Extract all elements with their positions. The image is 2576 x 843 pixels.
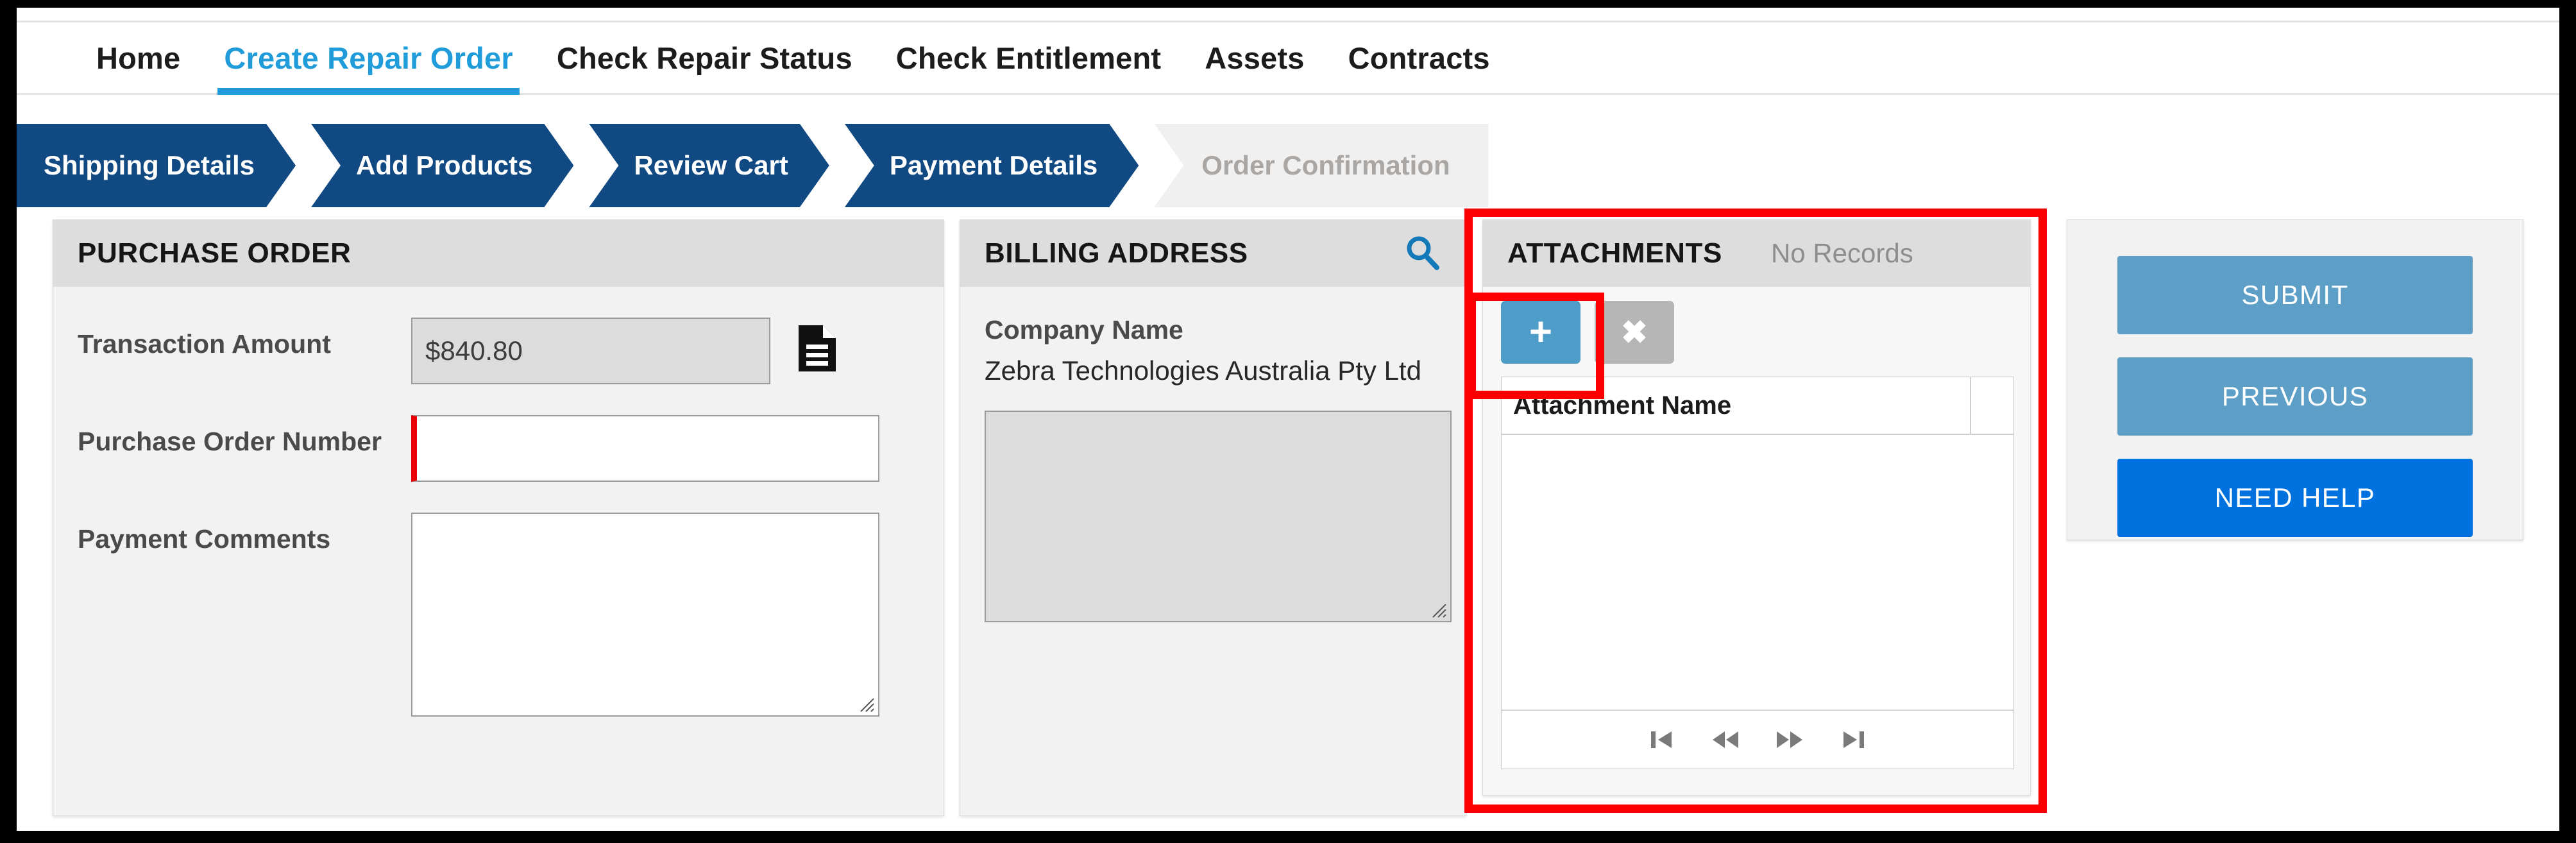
nav-tab-create-repair-order[interactable]: Create Repair Order [202, 22, 534, 95]
nav-tab-list: Home Create Repair Order Check Repair St… [17, 22, 2559, 95]
nav-tab-label: Check Repair Status [556, 40, 852, 75]
attachments-pagination [1502, 710, 2013, 769]
transaction-amount-field: $840.80 [411, 318, 770, 384]
attachments-toolbar: + ✖ [1483, 287, 2030, 377]
nav-tab-label: Check Entitlement [895, 40, 1162, 75]
step-payment-details[interactable]: Payment Details [845, 124, 1139, 207]
payment-comments-label: Payment Comments [78, 524, 331, 554]
next-page-icon[interactable] [1772, 722, 1807, 757]
previous-button[interactable]: PREVIOUS [2117, 357, 2473, 436]
nav-tab-label: Create Repair Order [224, 40, 513, 75]
need-help-button-label: NEED HELP [2214, 482, 2376, 513]
step-label: Review Cart [634, 150, 788, 180]
nav-tab-home[interactable]: Home [74, 22, 202, 93]
checkout-stepper: Shipping Details Add Products Review Car… [17, 124, 1504, 207]
purchase-order-panel: PURCHASE ORDER Transaction Amount $840.8… [53, 219, 944, 816]
attachments-title: ATTACHMENTS [1507, 237, 1722, 269]
step-shipping-details[interactable]: Shipping Details [17, 124, 296, 207]
document-icon[interactable] [799, 318, 836, 375]
transaction-amount-label: Transaction Amount [78, 329, 331, 359]
billing-address-body: Company Name Zebra Technologies Australi… [960, 315, 1466, 622]
first-page-icon[interactable] [1644, 722, 1679, 757]
resize-handle-icon[interactable] [856, 694, 875, 713]
action-buttons-panel: SUBMIT PREVIOUS NEED HELP [2067, 219, 2523, 540]
main-content: PURCHASE ORDER Transaction Amount $840.8… [17, 219, 2559, 816]
attachment-delete-button[interactable]: ✖ [1595, 301, 1674, 364]
transaction-amount-value: $840.80 [425, 336, 523, 366]
nav-tab-label: Assets [1205, 40, 1305, 75]
nav-tab-assets[interactable]: Assets [1183, 22, 1326, 93]
attachment-add-button[interactable]: + [1501, 301, 1580, 364]
nav-tab-contracts[interactable]: Contracts [1326, 22, 1512, 93]
purchase-order-number-row: Purchase Order Number [78, 415, 919, 482]
step-review-cart[interactable]: Review Cart [589, 124, 829, 207]
billing-address-panel: BILLING ADDRESS Company Name Zebra Techn… [960, 219, 1466, 816]
purchase-order-number-label: Purchase Order Number [78, 427, 382, 456]
plus-icon: + [1529, 310, 1553, 354]
top-navigation-bar: Home Create Repair Order Check Repair St… [17, 21, 2559, 95]
attachments-grid: Attachment Name [1501, 377, 2014, 769]
step-label: Add Products [356, 150, 533, 180]
step-label: Shipping Details [44, 150, 255, 180]
need-help-button[interactable]: NEED HELP [2117, 459, 2473, 537]
payment-comments-row: Payment Comments [78, 513, 919, 717]
purchase-order-number-input[interactable] [411, 415, 879, 482]
transaction-amount-row: Transaction Amount $840.80 [78, 318, 919, 384]
billing-address-textarea [985, 411, 1452, 622]
previous-page-icon[interactable] [1708, 722, 1743, 757]
nav-tab-check-repair-status[interactable]: Check Repair Status [535, 22, 874, 93]
step-add-products[interactable]: Add Products [311, 124, 573, 207]
search-icon[interactable] [1403, 233, 1441, 275]
step-order-confirmation: Order Confirmation [1154, 124, 1489, 207]
attachments-panel: ATTACHMENTS No Records + ✖ Attachment Na… [1482, 219, 2031, 796]
attachments-header: ATTACHMENTS No Records [1483, 220, 2030, 287]
billing-address-header: BILLING ADDRESS [960, 220, 1466, 287]
resize-handle-icon[interactable] [1428, 599, 1447, 618]
application-window: Home Create Repair Order Check Repair St… [17, 8, 2559, 831]
purchase-order-body: Transaction Amount $840.80 Purchase Orde… [53, 318, 944, 717]
step-label: Payment Details [889, 150, 1098, 180]
close-icon: ✖ [1621, 314, 1648, 350]
nav-tab-label: Home [96, 40, 181, 75]
attachments-grid-header: Attachment Name [1502, 377, 2013, 435]
nav-tab-label: Contracts [1348, 40, 1490, 75]
submit-button[interactable]: SUBMIT [2117, 256, 2473, 334]
page-title: PURCHASE ORDER [78, 237, 352, 269]
attachments-status-badge: No Records [1770, 238, 1913, 268]
step-label: Order Confirmation [1201, 150, 1450, 180]
purchase-order-header: PURCHASE ORDER [53, 220, 944, 287]
previous-button-label: PREVIOUS [2221, 381, 2369, 411]
column-header-attachment-name[interactable]: Attachment Name [1502, 377, 1971, 434]
attachments-grid-body [1502, 435, 2013, 710]
nav-tab-check-entitlement[interactable]: Check Entitlement [874, 22, 1183, 93]
payment-comments-textarea[interactable] [411, 513, 879, 717]
company-name-value: Zebra Technologies Australia Pty Ltd [985, 355, 1421, 386]
last-page-icon[interactable] [1836, 722, 1871, 757]
submit-button-label: SUBMIT [2241, 280, 2349, 310]
company-name-label: Company Name [985, 315, 1183, 345]
billing-address-title: BILLING ADDRESS [985, 237, 1248, 269]
